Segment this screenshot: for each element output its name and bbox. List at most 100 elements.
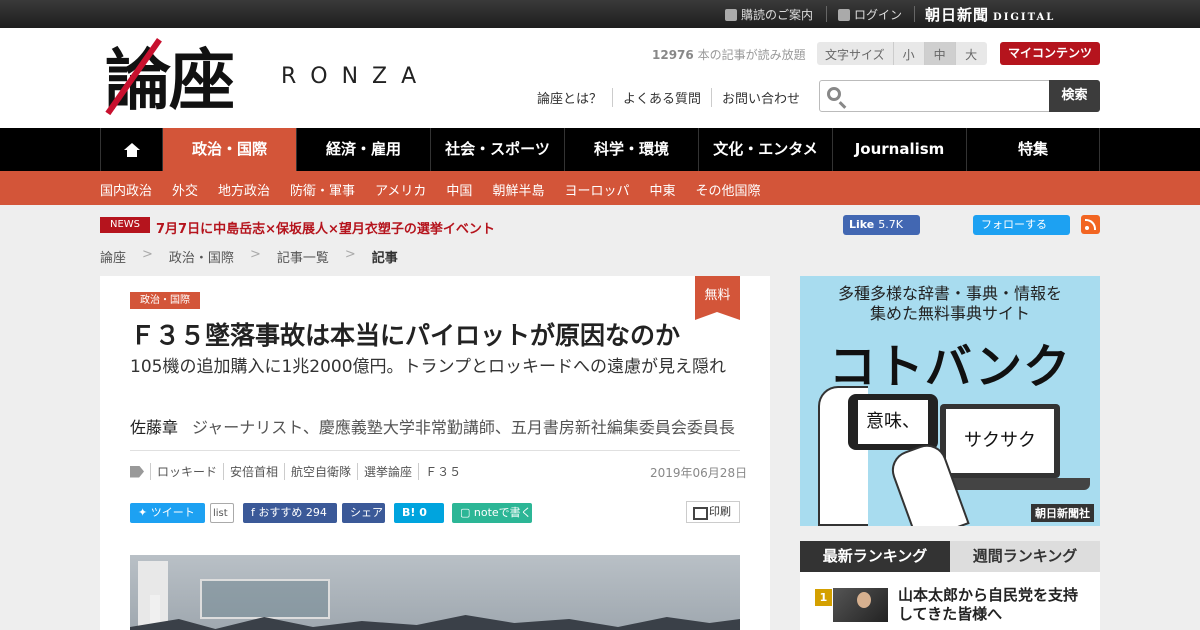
subnav-item[interactable]: 中国 bbox=[446, 180, 472, 199]
about-link[interactable]: 論座とは？ bbox=[537, 88, 612, 107]
photo-building bbox=[200, 579, 330, 619]
article-subtitle: 105機の追加購入に1兆2000億円。トランプとロッキードへの遠慮が見え隠れ bbox=[130, 357, 727, 377]
search-input[interactable] bbox=[850, 83, 1045, 109]
subnav-item[interactable]: ヨーロッパ bbox=[564, 180, 629, 199]
divider bbox=[914, 6, 915, 22]
subnav-item[interactable]: その他国際 bbox=[695, 180, 760, 199]
tab-weekly-ranking[interactable]: 週間ランキング bbox=[950, 541, 1100, 572]
nav-tab-politics[interactable]: 政治・国際 bbox=[162, 128, 296, 171]
rank-thumbnail[interactable] bbox=[833, 588, 888, 622]
nav-tab-science[interactable]: 科学・環境 bbox=[564, 128, 698, 171]
news-badge: NEWS bbox=[100, 217, 150, 233]
breadcrumb-current: 記事 bbox=[371, 251, 398, 266]
font-size-large[interactable]: 大 bbox=[955, 42, 987, 65]
font-size-small[interactable]: 小 bbox=[893, 42, 925, 65]
brand-sub: DIGITAL bbox=[993, 12, 1056, 23]
nav-tab-culture[interactable]: 文化・エンタメ bbox=[698, 128, 832, 171]
facebook-share-button[interactable]: シェア bbox=[342, 503, 385, 523]
subscribe-link[interactable]: 購読のご案内 bbox=[725, 6, 813, 23]
tag-link[interactable]: 安倍首相 bbox=[223, 463, 284, 480]
laptop-screen-text: サクサク bbox=[946, 409, 1054, 473]
ranking-list: 1 山本太郎から自民党を支持してきた皆様へ bbox=[800, 572, 1100, 630]
rank-item-title[interactable]: 山本太郎から自民党を支持してきた皆様へ bbox=[898, 586, 1088, 624]
font-size-selector: 文字サイズ 小 中 大 bbox=[817, 42, 987, 65]
note-button[interactable]: ▢ noteで書く bbox=[452, 503, 532, 523]
divider bbox=[130, 450, 740, 451]
contact-link[interactable]: お問い合わせ bbox=[711, 88, 810, 107]
breadcrumb-item[interactable]: 記事一覧 bbox=[277, 247, 329, 266]
article-card: 政治・国際 無料 Ｆ３５墜落事故は本当にパイロットが原因なのか 105機の追加購… bbox=[100, 276, 770, 630]
breadcrumb-item[interactable]: 政治・国際 bbox=[169, 247, 234, 266]
subnav-item[interactable]: 地方政治 bbox=[218, 180, 270, 199]
logo-kanji: 論座 bbox=[105, 41, 235, 119]
hatena-bookmark-button[interactable]: B! 0 bbox=[394, 503, 444, 523]
nav-tab-journalism[interactable]: Journalism bbox=[832, 128, 966, 171]
category-badge[interactable]: 政治・国際 bbox=[130, 292, 200, 309]
ad-line2: 集めた無料事典サイト bbox=[869, 304, 1030, 323]
search-icon bbox=[827, 87, 841, 101]
tweet-label: ツイート bbox=[150, 506, 195, 519]
note-label: noteで書く bbox=[473, 506, 532, 519]
free-badge: 無料 bbox=[695, 276, 740, 320]
tag-link[interactable]: 航空自衛隊 bbox=[284, 463, 357, 480]
facebook-recommend-button[interactable]: f おすすめ 294 bbox=[243, 503, 337, 523]
note-icon: ▢ bbox=[460, 506, 474, 519]
breadcrumb: 論座 > 政治・国際 > 記事一覧 > 記事 bbox=[100, 247, 398, 266]
breadcrumb-sep: > bbox=[142, 247, 153, 262]
tag-link[interactable]: 選挙論座 bbox=[357, 463, 418, 480]
sub-nav: 国内政治 外交 地方政治 防衛・軍事 アメリカ 中国 朝鮮半島 ヨーロッパ 中東… bbox=[0, 171, 1200, 205]
ronza-logo[interactable]: 論座 RONZA bbox=[105, 36, 445, 124]
hatena-label: B! bbox=[402, 506, 416, 519]
font-size-medium[interactable]: 中 bbox=[924, 42, 956, 65]
main-nav: 政治・国際 経済・雇用 社会・スポーツ 科学・環境 文化・エンタメ Journa… bbox=[0, 128, 1200, 171]
breadcrumb-item[interactable]: 論座 bbox=[100, 247, 126, 266]
subnav-item[interactable]: 防衛・軍事 bbox=[290, 180, 355, 199]
kotobank-ad-banner[interactable]: 多種多様な辞書・事典・情報を 集めた無料事典サイト コトバンク 意味、 サクサク… bbox=[800, 276, 1100, 526]
nav-tab-features[interactable]: 特集 bbox=[966, 128, 1100, 171]
print-button[interactable]: 印刷 bbox=[686, 501, 740, 523]
author-name[interactable]: 佐藤章 bbox=[130, 418, 178, 437]
tag-link[interactable]: Ｆ３５ bbox=[418, 463, 467, 480]
subnav-item[interactable]: 外交 bbox=[172, 180, 198, 199]
read-count-suffix: 本の記事が読み放題 bbox=[697, 48, 806, 62]
twitter-follow-button[interactable]: フォローする bbox=[973, 215, 1070, 235]
article-title: Ｆ３５墜落事故は本当にパイロットが原因なのか bbox=[130, 321, 681, 350]
subnav-item[interactable]: 国内政治 bbox=[100, 180, 152, 199]
faq-link[interactable]: よくある質問 bbox=[612, 88, 711, 107]
login-link[interactable]: ログイン bbox=[838, 6, 902, 23]
asahi-digital-logo[interactable]: 朝日新聞 DIGITAL bbox=[925, 4, 1055, 25]
tag-list: ロッキード 安倍首相 航空自衛隊 選挙論座 Ｆ３５ bbox=[130, 463, 467, 480]
brand-name: 朝日新聞 bbox=[925, 6, 990, 24]
facebook-like-button[interactable]: Like 5.7K bbox=[843, 215, 920, 235]
tag-link[interactable]: ロッキード bbox=[150, 463, 223, 480]
twitter-icon: ✦ bbox=[138, 506, 151, 519]
login-label: ログイン bbox=[854, 8, 903, 22]
laptop-illustration: サクサク bbox=[940, 404, 1060, 478]
subnav-item[interactable]: 中東 bbox=[649, 180, 675, 199]
breadcrumb-sep: > bbox=[249, 247, 261, 262]
tweet-button[interactable]: ✦ ツイート bbox=[130, 503, 205, 523]
my-content-button[interactable]: マイコンテンツ bbox=[1000, 42, 1100, 65]
font-size-label: 文字サイズ bbox=[817, 42, 894, 65]
rss-icon[interactable] bbox=[1081, 215, 1100, 234]
nav-tab-society[interactable]: 社会・スポーツ bbox=[430, 128, 564, 171]
fb-like-label: Like bbox=[849, 218, 875, 231]
nav-tab-economy[interactable]: 経済・雇用 bbox=[296, 128, 430, 171]
news-headline-link[interactable]: 7月7日に中島岳志×保坂展人×望月衣塑子の選挙イベント bbox=[156, 218, 495, 237]
home-icon bbox=[123, 142, 140, 157]
search-box: 検索 bbox=[819, 80, 1100, 112]
twitter-list-button[interactable]: list bbox=[210, 503, 234, 523]
publish-date: 2019年06月28日 bbox=[650, 466, 748, 480]
divider bbox=[826, 6, 827, 22]
subnav-item[interactable]: アメリカ bbox=[375, 180, 426, 199]
print-label: 印刷 bbox=[709, 505, 731, 518]
article-photo bbox=[130, 555, 740, 630]
edit-icon bbox=[725, 8, 737, 21]
fb-recommend-label: おすすめ bbox=[258, 506, 303, 519]
search-button[interactable]: 検索 bbox=[1049, 80, 1100, 112]
nav-home[interactable] bbox=[100, 128, 162, 171]
fb-like-count: 5.7K bbox=[878, 218, 903, 231]
tab-latest-ranking[interactable]: 最新ランキング bbox=[800, 541, 950, 572]
subnav-item[interactable]: 朝鮮半島 bbox=[492, 180, 544, 199]
phone-screen-text: 意味、 bbox=[858, 400, 928, 444]
